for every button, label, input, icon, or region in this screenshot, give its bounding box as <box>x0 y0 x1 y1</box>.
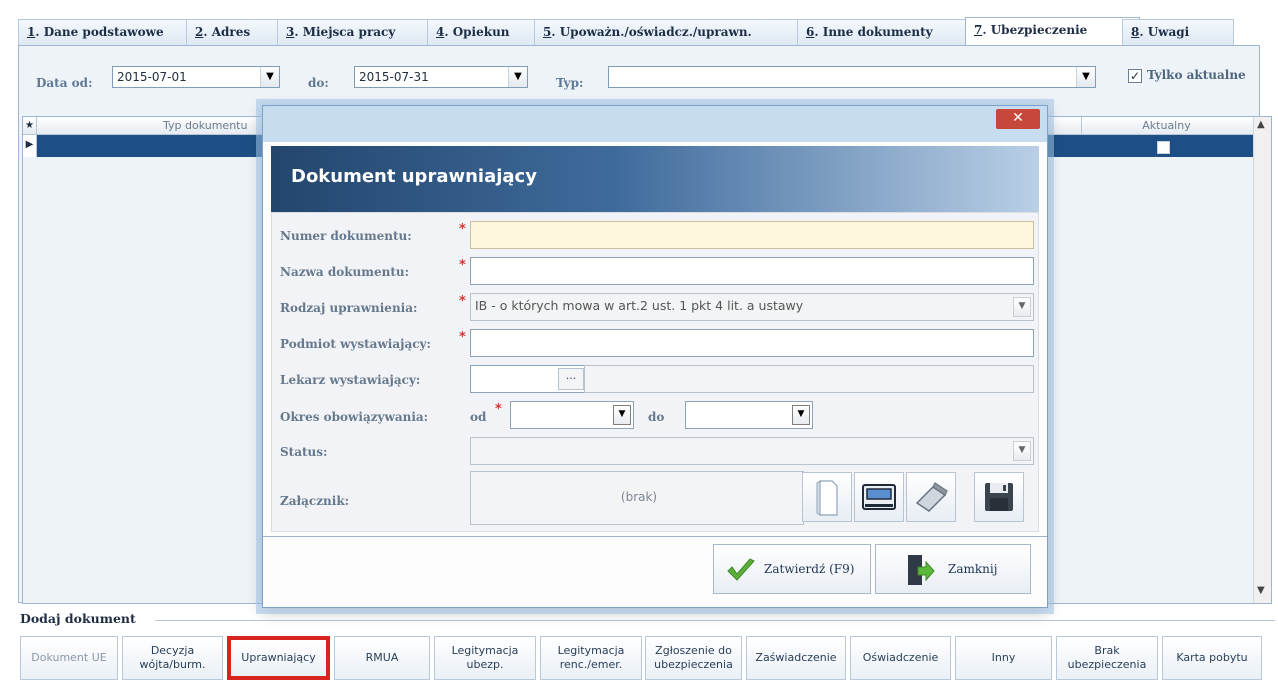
chevron-down-icon[interactable]: ▼ <box>1013 441 1031 461</box>
podmiot-input[interactable] <box>470 329 1034 357</box>
tab-dane-podstawowe[interactable]: 1. Dane podstawowe <box>18 19 204 46</box>
close-dialog-button[interactable]: Zamknij <box>875 544 1031 594</box>
scan-button[interactable] <box>854 472 904 522</box>
row-current-checkbox[interactable] <box>1157 141 1170 154</box>
numer-input[interactable] <box>470 221 1034 249</box>
rodzaj-label: Rodzaj uprawnienia: <box>280 301 418 315</box>
add-inny-button[interactable]: Inny <box>955 636 1052 680</box>
asterisk-icon: ★ <box>23 117 37 135</box>
open-file-button[interactable] <box>802 472 852 522</box>
numer-label: Numer dokumentu: <box>280 229 412 243</box>
podmiot-label: Podmiot wystawiający: <box>280 337 431 351</box>
tab-inne-dokumenty[interactable]: 6. Inne dokumenty <box>797 19 983 46</box>
zalacznik-field: (brak) <box>470 471 804 525</box>
tab-miejsca-pracy[interactable]: 3. Miejsca pracy <box>277 19 445 46</box>
date-from-label: Data od: <box>36 76 93 90</box>
add-zgloszenie-button[interactable]: Zgłoszenie do ubezpieczenia <box>645 636 742 680</box>
add-zaswiadczenie-button[interactable]: Zaświadczenie <box>746 636 846 680</box>
divider <box>155 620 1275 621</box>
dialog-titlebar[interactable] <box>263 106 1047 142</box>
zalacznik-label: Załącznik: <box>280 494 350 508</box>
add-decyzja-button[interactable]: Decyzja wójta/burm. <box>122 636 223 680</box>
okres-do-label: do <box>648 410 665 424</box>
close-icon[interactable]: ✕ <box>996 109 1040 129</box>
rodzaj-value: IB - o których mowa w art.2 ust. 1 pkt 4… <box>475 298 804 313</box>
nazwa-input[interactable] <box>470 257 1034 285</box>
required-marker: * <box>459 330 466 345</box>
chevron-down-icon[interactable]: ▼ <box>613 405 631 425</box>
add-document-label: Dodaj dokument <box>20 611 142 626</box>
okres-label: Okres obowiązywania: <box>280 410 429 424</box>
status-label: Status: <box>280 445 328 459</box>
divider <box>263 536 1047 537</box>
save-attachment-button[interactable] <box>974 472 1024 522</box>
clear-attachment-button[interactable] <box>906 472 956 522</box>
okres-od-select[interactable]: ▼ <box>510 401 634 429</box>
okres-do-select[interactable]: ▼ <box>685 401 813 429</box>
chevron-down-icon[interactable]: ▼ <box>1076 67 1095 87</box>
grid-col-current[interactable]: Aktualny <box>1081 117 1251 135</box>
required-marker: * <box>459 222 466 237</box>
required-marker: * <box>495 402 502 417</box>
date-from-field[interactable]: 2015-07-01 ▼ <box>112 66 280 88</box>
lekarz-browse-button[interactable]: ... <box>558 368 584 390</box>
close-dialog-label: Zamknij <box>948 562 998 576</box>
grid-col-type[interactable]: Typ dokumentu <box>163 119 247 132</box>
add-legitymacja-ubezp-button[interactable]: Legitymacja ubezp. <box>434 636 536 680</box>
grid-scrollbar[interactable]: ▲ ▼ <box>1253 117 1271 603</box>
okres-od-label: od <box>470 410 487 424</box>
chevron-down-icon[interactable]: ▼ <box>792 405 810 425</box>
chevron-down-icon[interactable]: ▼ <box>1257 585 1265 596</box>
required-marker: * <box>459 258 466 273</box>
exit-door-icon <box>908 555 935 585</box>
row-pointer-icon: ▶ <box>23 135 37 157</box>
scanner-icon <box>862 484 896 510</box>
required-marker: * <box>459 294 466 309</box>
document-icon <box>816 480 838 516</box>
only-current-checkbox[interactable]: ✓ <box>1128 69 1142 83</box>
add-brak-ubezpieczenia-button[interactable]: Brak ubezpieczenia <box>1056 636 1158 680</box>
chevron-down-icon[interactable]: ▼ <box>1013 297 1031 317</box>
add-dokument-ue-button[interactable]: Dokument UE <box>20 636 118 680</box>
tab-ubezpieczenie[interactable]: 7. Ubezpieczenie <box>965 17 1140 48</box>
eraser-icon <box>915 482 948 512</box>
chevron-down-icon[interactable]: ▼ <box>260 67 279 87</box>
date-to-label: do: <box>308 76 329 90</box>
status-select[interactable]: ▼ <box>470 437 1034 465</box>
nazwa-label: Nazwa dokumentu: <box>280 265 410 279</box>
type-label: Typ: <box>556 76 584 90</box>
lekarz-name-field <box>584 365 1034 393</box>
confirm-button-label: Zatwierdź (F9) <box>764 562 855 576</box>
add-karta-pobytu-button[interactable]: Karta pobytu <box>1162 636 1262 680</box>
only-current-label: Tylko aktualne <box>1147 68 1246 82</box>
dialog-title: Dokument uprawniający <box>291 166 537 187</box>
dialog-header: Dokument uprawniający <box>271 146 1039 212</box>
date-from-value: 2015-07-01 <box>117 70 187 84</box>
add-legitymacja-renc-button[interactable]: Legitymacja renc./emer. <box>540 636 642 680</box>
checkmark-icon <box>727 558 755 581</box>
date-to-field[interactable]: 2015-07-31 ▼ <box>354 66 528 88</box>
chevron-up-icon[interactable]: ▲ <box>1257 119 1265 130</box>
add-uprawniajacy-button[interactable]: Uprawniający <box>227 636 330 680</box>
tab-upowaznienia[interactable]: 5. Upoważn./oświadcz./uprawn. <box>534 19 815 46</box>
tab-bar: 1. Dane podstawowe 2. Adres 3. Miejsca p… <box>18 15 1258 48</box>
tab-uwagi[interactable]: 8. Uwagi <box>1122 19 1234 46</box>
add-rmua-button[interactable]: RMUA <box>334 636 430 680</box>
floppy-disk-icon <box>985 483 1013 511</box>
type-select[interactable]: ▼ <box>608 66 1096 88</box>
rodzaj-select[interactable]: IB - o których mowa w art.2 ust. 1 pkt 4… <box>470 293 1034 321</box>
chevron-down-icon[interactable]: ▼ <box>508 67 527 87</box>
lekarz-label: Lekarz wystawiający: <box>280 373 421 387</box>
date-to-value: 2015-07-31 <box>359 70 429 84</box>
confirm-button[interactable]: Zatwierdź (F9) <box>713 544 871 594</box>
dokument-uprawniajacy-dialog: ✕ Dokument uprawniający Numer dokumentu:… <box>262 105 1048 608</box>
add-oswiadczenie-button[interactable]: Oświadczenie <box>850 636 951 680</box>
